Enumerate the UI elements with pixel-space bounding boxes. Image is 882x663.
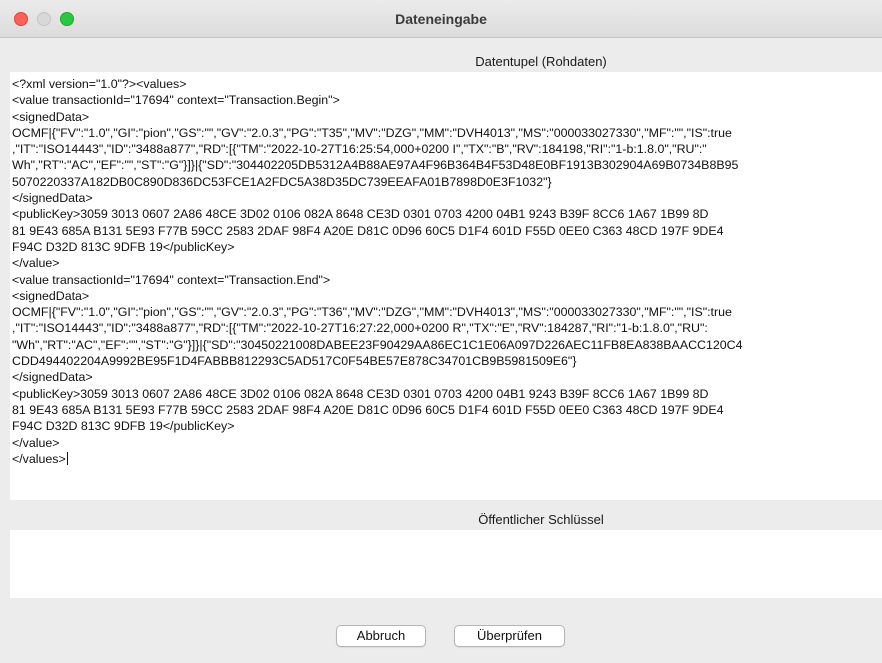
raw-data-textarea[interactable]: <?xml version="1.0"?><values> <value tran… [10,72,882,500]
text-caret [66,451,68,465]
raw-data-line: 5070220337A182DB0C890D836DC53FCE1A2FDC5A… [12,174,552,189]
raw-data-line: Wh","RT":"AC","EF":"","ST":"G"}]}|{"SD":… [12,158,739,173]
public-key-header: Öffentlicher Schlüssel [478,512,604,527]
data-entry-window: Dateneingabe Datentupel (Rohdaten) <?xml… [0,0,882,663]
verify-button[interactable]: Überprüfen [454,625,565,647]
raw-data-line: F94C D32D 813C 9DFB 19</publicKey> [12,239,235,254]
public-key-textarea[interactable] [10,530,882,598]
raw-data-line: ,"IT":"ISO14443","ID":"3488a877","RD":[{… [12,321,708,336]
raw-data-line: <signedData> [12,288,90,303]
title-bar[interactable]: Dateneingabe [0,0,882,38]
raw-data-line: </signedData> [12,370,93,385]
raw-data-line: <signedData> [12,109,90,124]
raw-data-line: </value> [12,256,60,271]
raw-data-line: <value transactionId="17694" context="Tr… [12,93,340,108]
raw-data-line: <publicKey>3059 3013 0607 2A86 48CE 3D02… [12,386,709,401]
raw-data-line: <?xml version="1.0"?><values> [12,77,187,91]
raw-data-line: </value> [12,435,60,450]
raw-data-header: Datentupel (Rohdaten) [475,54,607,69]
raw-data-line: ,"IT":"ISO14443","ID":"3488a877","RD":[{… [12,142,707,157]
raw-data-line: 81 9E43 685A B131 5E93 F77B 59CC 2583 2D… [12,402,724,417]
raw-data-line: OCMF|{"FV":"1.0","GI":"pion","GS":"","GV… [12,125,732,140]
window-title: Dateneingabe [395,11,487,27]
raw-data-line: </signedData> [12,191,93,206]
raw-data-line: F94C D32D 813C 9DFB 19</publicKey> [12,419,235,434]
cancel-button[interactable]: Abbruch [336,625,426,647]
raw-data-line: <publicKey>3059 3013 0607 2A86 48CE 3D02… [12,207,709,222]
raw-data-line: CDD494402204A9992BE95F1D4FABBB812293C5AD… [12,354,577,369]
raw-data-line: </values> [12,451,68,466]
raw-data-line: 81 9E43 685A B131 5E93 F77B 59CC 2583 2D… [12,223,724,238]
raw-data-line: "Wh","RT":"AC","EF":"","ST":"G"}]}|{"SD"… [12,337,743,352]
raw-data-line: <value transactionId="17694" context="Tr… [12,272,331,287]
raw-data-line: OCMF|{"FV":"1.0","GI":"pion","GS":"","GV… [12,305,732,320]
